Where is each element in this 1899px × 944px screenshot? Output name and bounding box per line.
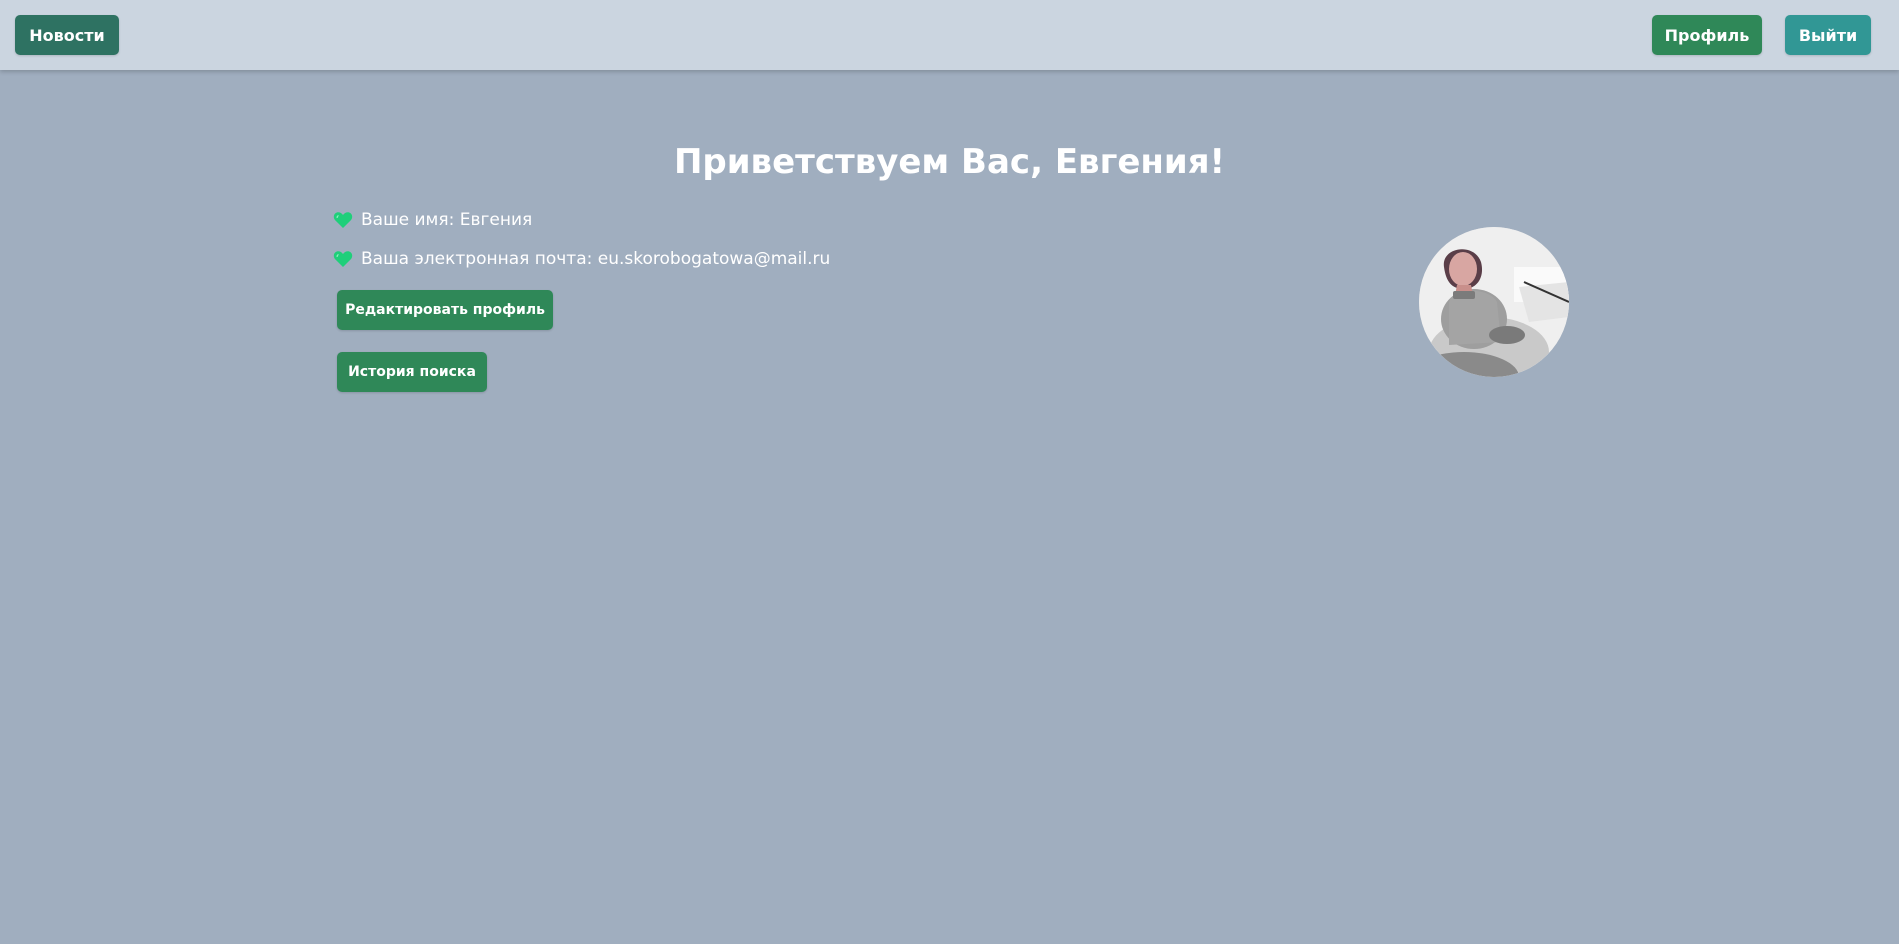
avatar bbox=[1419, 227, 1569, 377]
user-name-row: Ваше имя: Евгения bbox=[333, 208, 532, 232]
user-name-text: Ваше имя: Евгения bbox=[361, 210, 533, 230]
green-heart-icon bbox=[333, 250, 353, 268]
news-button[interactable]: Новости bbox=[15, 15, 119, 55]
top-navbar: Новости Профиль Выйти bbox=[0, 0, 1899, 70]
search-history-button[interactable]: История поиска bbox=[337, 352, 487, 392]
profile-button[interactable]: Профиль bbox=[1652, 15, 1762, 55]
user-email-row: Ваша электронная почта: eu.skorobogatowa… bbox=[333, 247, 830, 271]
welcome-heading: Приветствуем Вас, Евгения! bbox=[673, 142, 1226, 182]
green-heart-icon bbox=[333, 211, 353, 229]
user-email-text: Ваша электронная почта: eu.skorobogatowa… bbox=[361, 249, 831, 269]
logout-button[interactable]: Выйти bbox=[1785, 15, 1871, 55]
edit-profile-button[interactable]: Редактировать профиль bbox=[337, 290, 553, 330]
user-photo bbox=[1419, 227, 1569, 377]
